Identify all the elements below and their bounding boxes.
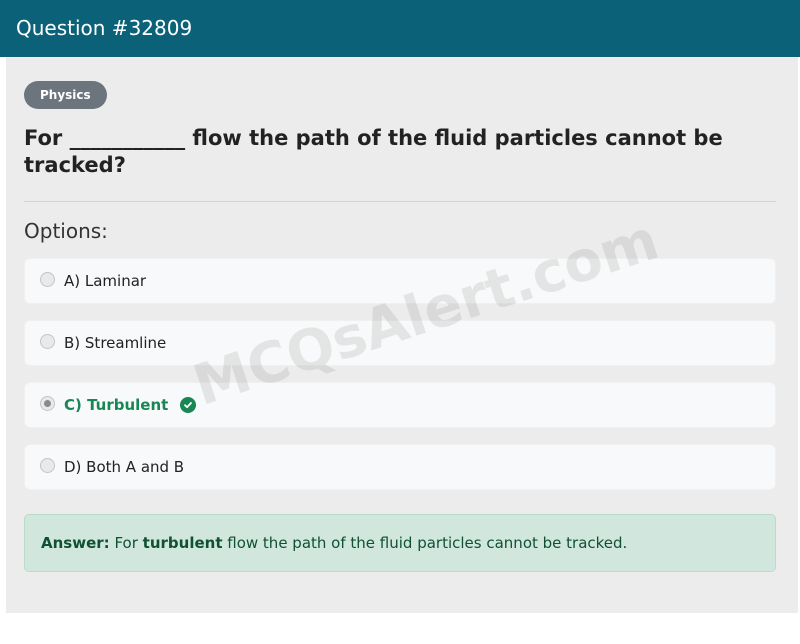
answer-prefix: Answer: (41, 534, 110, 552)
divider (24, 201, 776, 202)
page-header: Question #32809 (0, 0, 800, 57)
radio-selected-dot (44, 399, 51, 407)
radio-icon[interactable] (40, 395, 55, 411)
option-label: D) Both A and B (64, 458, 185, 476)
category-badge[interactable]: Physics (24, 81, 107, 109)
option-a[interactable]: A) Laminar (24, 258, 776, 304)
option-c[interactable]: C) Turbulent (24, 382, 776, 428)
answer-after: flow the path of the fluid particles can… (227, 534, 628, 552)
answer-before: For (114, 534, 138, 552)
question-card: Physics For ___________ flow the path of… (6, 57, 798, 613)
check-circle-icon (180, 397, 197, 413)
answer-keyword: turbulent (142, 534, 223, 552)
option-label: B) Streamline (64, 334, 167, 352)
option-d[interactable]: D) Both A and B (24, 444, 776, 490)
options-label: Options: (24, 219, 108, 243)
question-number-title: Question #32809 (16, 16, 193, 40)
question-text: For ___________ flow the path of the flu… (24, 126, 723, 177)
radio-icon[interactable] (40, 333, 55, 349)
answer-box: Answer: For turbulent flow the path of t… (24, 514, 776, 572)
page-bottom-edge (0, 613, 800, 644)
option-b[interactable]: B) Streamline (24, 320, 776, 366)
option-label: C) Turbulent (64, 396, 169, 414)
option-label: A) Laminar (64, 272, 147, 290)
radio-icon[interactable] (40, 457, 55, 473)
radio-icon[interactable] (40, 271, 55, 287)
